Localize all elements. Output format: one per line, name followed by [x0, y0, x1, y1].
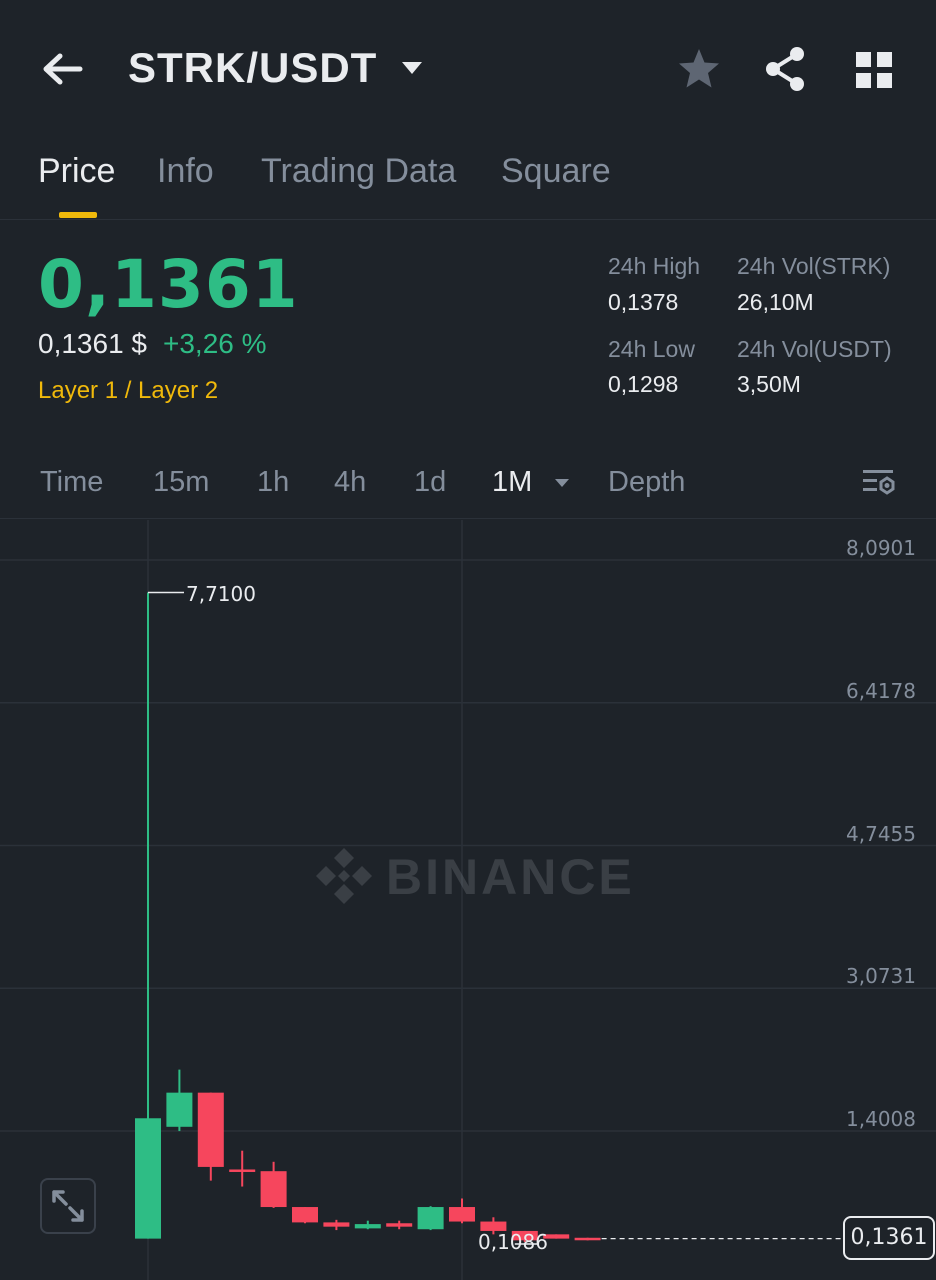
active-tab-indicator: [59, 212, 97, 218]
candle-body: [135, 1118, 161, 1239]
interval-1d[interactable]: 1d: [414, 466, 446, 499]
candle[interactable]: [417, 1206, 444, 1231]
axis-label: 1,4008: [846, 1107, 916, 1131]
candle[interactable]: [354, 1220, 381, 1230]
candle[interactable]: [292, 1207, 318, 1224]
candle-body: [386, 1223, 413, 1227]
star-icon: [679, 49, 719, 88]
tab-info[interactable]: Info: [157, 152, 214, 191]
candle[interactable]: [260, 1161, 287, 1208]
share-icon: [766, 47, 804, 91]
axis-label: 4,7455: [846, 822, 916, 846]
candle[interactable]: [229, 1150, 256, 1187]
binance-logo-icon: [316, 848, 372, 904]
candle-body: [323, 1222, 350, 1227]
low-value: 0,1298: [608, 371, 679, 397]
interval-bar: Time 15m 1h 4h 1d 1M Depth: [0, 440, 936, 519]
candle-body: [417, 1207, 444, 1230]
fiat-price: 0,1361 $: [38, 328, 147, 359]
candle-body: [197, 1092, 224, 1167]
candle[interactable]: [197, 1092, 224, 1181]
high-value: 0,1378: [608, 289, 679, 315]
interval-more-button[interactable]: [553, 476, 571, 488]
expand-icon: [52, 1190, 84, 1222]
fullscreen-button[interactable]: [40, 1178, 96, 1234]
page-tabs: Price Info Trading Data Square: [0, 140, 936, 220]
interval-1m-selected[interactable]: 1M: [492, 466, 532, 499]
favorite-button[interactable]: [676, 46, 722, 92]
tab-square[interactable]: Square: [501, 152, 611, 191]
high-annotation: 7,7100: [186, 582, 256, 606]
share-button[interactable]: [762, 44, 808, 94]
tab-price[interactable]: Price: [38, 152, 115, 191]
vol-quote-value: 3,50M: [737, 371, 801, 397]
price-change-percent: +3,26 %: [163, 328, 267, 359]
chart-settings-icon: [863, 470, 895, 495]
header: STRK/USDT: [0, 0, 936, 140]
watermark-text: BINANCE: [386, 849, 635, 905]
vol-quote-label: 24h Vol(USDT): [737, 336, 892, 362]
axis-label: 6,4178: [846, 679, 916, 703]
candle-body: [166, 1092, 193, 1127]
interval-1h[interactable]: 1h: [257, 466, 289, 499]
candle[interactable]: [323, 1219, 350, 1231]
candle[interactable]: [386, 1220, 413, 1230]
candle[interactable]: [449, 1198, 475, 1224]
candle-body: [260, 1171, 287, 1208]
candle-body: [354, 1224, 381, 1229]
candle-body: [449, 1207, 475, 1222]
grid-icon: [856, 52, 892, 88]
category-tag[interactable]: Layer 1 / Layer 2: [38, 377, 218, 405]
interval-depth[interactable]: Depth: [608, 466, 685, 499]
candle-body: [292, 1207, 318, 1223]
binance-watermark: BINANCE: [312, 842, 632, 912]
back-button[interactable]: [38, 46, 86, 94]
vol-base-label: 24h Vol(STRK): [737, 253, 891, 279]
high-label: 24h High: [608, 253, 701, 279]
axis-label: 3,0731: [846, 964, 916, 988]
interval-time[interactable]: Time: [40, 466, 103, 499]
chart-settings-button[interactable]: [860, 464, 896, 500]
axis-label: 8,0901: [846, 536, 916, 560]
caret-down-icon: [555, 479, 569, 487]
current-price-tag: 0,1361: [843, 1216, 935, 1260]
candle[interactable]: [574, 1237, 601, 1241]
arrow-left-icon: [43, 53, 83, 85]
candle[interactable]: [135, 592, 161, 1239]
pair-selector-button[interactable]: [398, 58, 426, 78]
low-label: 24h Low: [608, 336, 695, 362]
last-price: 0,1361: [38, 246, 299, 323]
candle[interactable]: [166, 1069, 193, 1132]
tab-trading-data[interactable]: Trading Data: [261, 152, 456, 191]
interval-15m[interactable]: 15m: [153, 466, 209, 499]
interval-4h[interactable]: 4h: [334, 466, 366, 499]
pair-title[interactable]: STRK/USDT: [128, 44, 377, 92]
low-annotation: 0,1086: [478, 1230, 548, 1254]
caret-down-icon: [402, 62, 422, 74]
candle-body: [229, 1169, 256, 1172]
candle-body: [574, 1237, 601, 1241]
vol-base-value: 26,10M: [737, 289, 814, 315]
more-menu-button[interactable]: [854, 50, 894, 90]
price-chart[interactable]: BINANCE 8,0901 6,4178 4,7455 3,0731 1,40…: [0, 520, 936, 1280]
